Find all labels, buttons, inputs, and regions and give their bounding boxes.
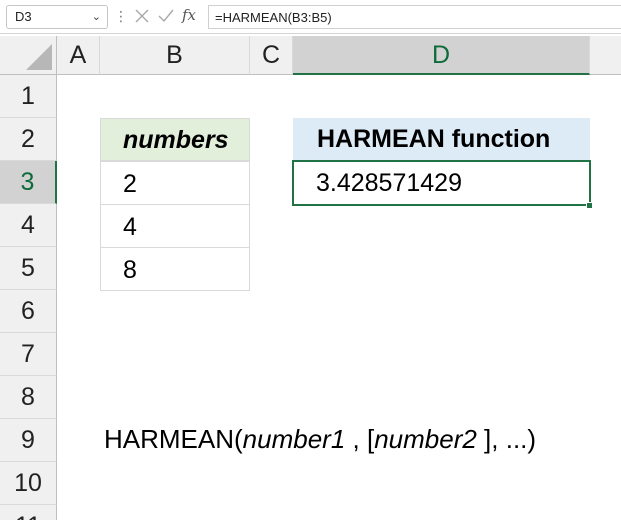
column-header-e[interactable] xyxy=(590,36,621,75)
row-header-2[interactable]: 2 xyxy=(0,118,57,161)
column-header-c[interactable]: C xyxy=(250,36,293,75)
result-cell-d3[interactable]: 3.428571429 xyxy=(292,160,591,206)
name-box[interactable]: D3 ⌄ xyxy=(6,5,108,29)
row-header-1[interactable]: 1 xyxy=(0,75,57,118)
more-options-icon[interactable]: ⋮ xyxy=(114,6,128,26)
formula-bar: D3 ⌄ ⋮ fx =HARMEAN(B3:B5) xyxy=(0,0,621,34)
row-header-9[interactable]: 9 xyxy=(0,419,57,462)
row-header-11[interactable]: 11 xyxy=(0,505,57,520)
select-all-corner[interactable] xyxy=(0,36,57,75)
syntax-arg-number1: number1 xyxy=(242,424,346,454)
result-header[interactable]: HARMEAN function xyxy=(293,118,590,161)
formula-input[interactable]: =HARMEAN(B3:B5) xyxy=(208,5,621,29)
row-header-10[interactable]: 10 xyxy=(0,462,57,505)
function-icon[interactable]: fx xyxy=(182,6,200,24)
row-header-5[interactable]: 5 xyxy=(0,247,57,290)
select-all-icon xyxy=(26,44,52,70)
column-header-b[interactable]: B xyxy=(100,36,250,75)
function-syntax: HARMEAN(number1 , [number2 ], ...) xyxy=(104,424,536,455)
spreadsheet-grid: A B C D 1 2 3 4 5 6 7 8 9 10 11 numbers … xyxy=(0,36,621,520)
syntax-separator: , [ xyxy=(345,424,375,454)
row-header-4[interactable]: 4 xyxy=(0,204,57,247)
syntax-tail: ], ...) xyxy=(476,424,537,454)
column-header-d[interactable]: D xyxy=(293,36,590,75)
chevron-down-icon[interactable]: ⌄ xyxy=(92,10,101,23)
row-header-3[interactable]: 3 xyxy=(0,161,57,204)
enter-icon[interactable] xyxy=(157,7,175,25)
row-header-7[interactable]: 7 xyxy=(0,333,57,376)
column-header-a[interactable]: A xyxy=(57,36,100,75)
syntax-arg-number2: number2 xyxy=(374,424,477,454)
table-cell-b3[interactable]: 2 xyxy=(100,161,250,205)
name-box-value: D3 xyxy=(15,9,32,24)
table-header-numbers[interactable]: numbers xyxy=(100,118,250,161)
fill-handle[interactable] xyxy=(586,202,593,209)
cancel-icon[interactable] xyxy=(133,7,151,25)
syntax-function: HARMEAN( xyxy=(104,424,243,454)
table-cell-b4[interactable]: 4 xyxy=(100,204,250,248)
table-cell-b5[interactable]: 8 xyxy=(100,247,250,291)
row-header-6[interactable]: 6 xyxy=(0,290,57,333)
row-header-8[interactable]: 8 xyxy=(0,376,57,419)
